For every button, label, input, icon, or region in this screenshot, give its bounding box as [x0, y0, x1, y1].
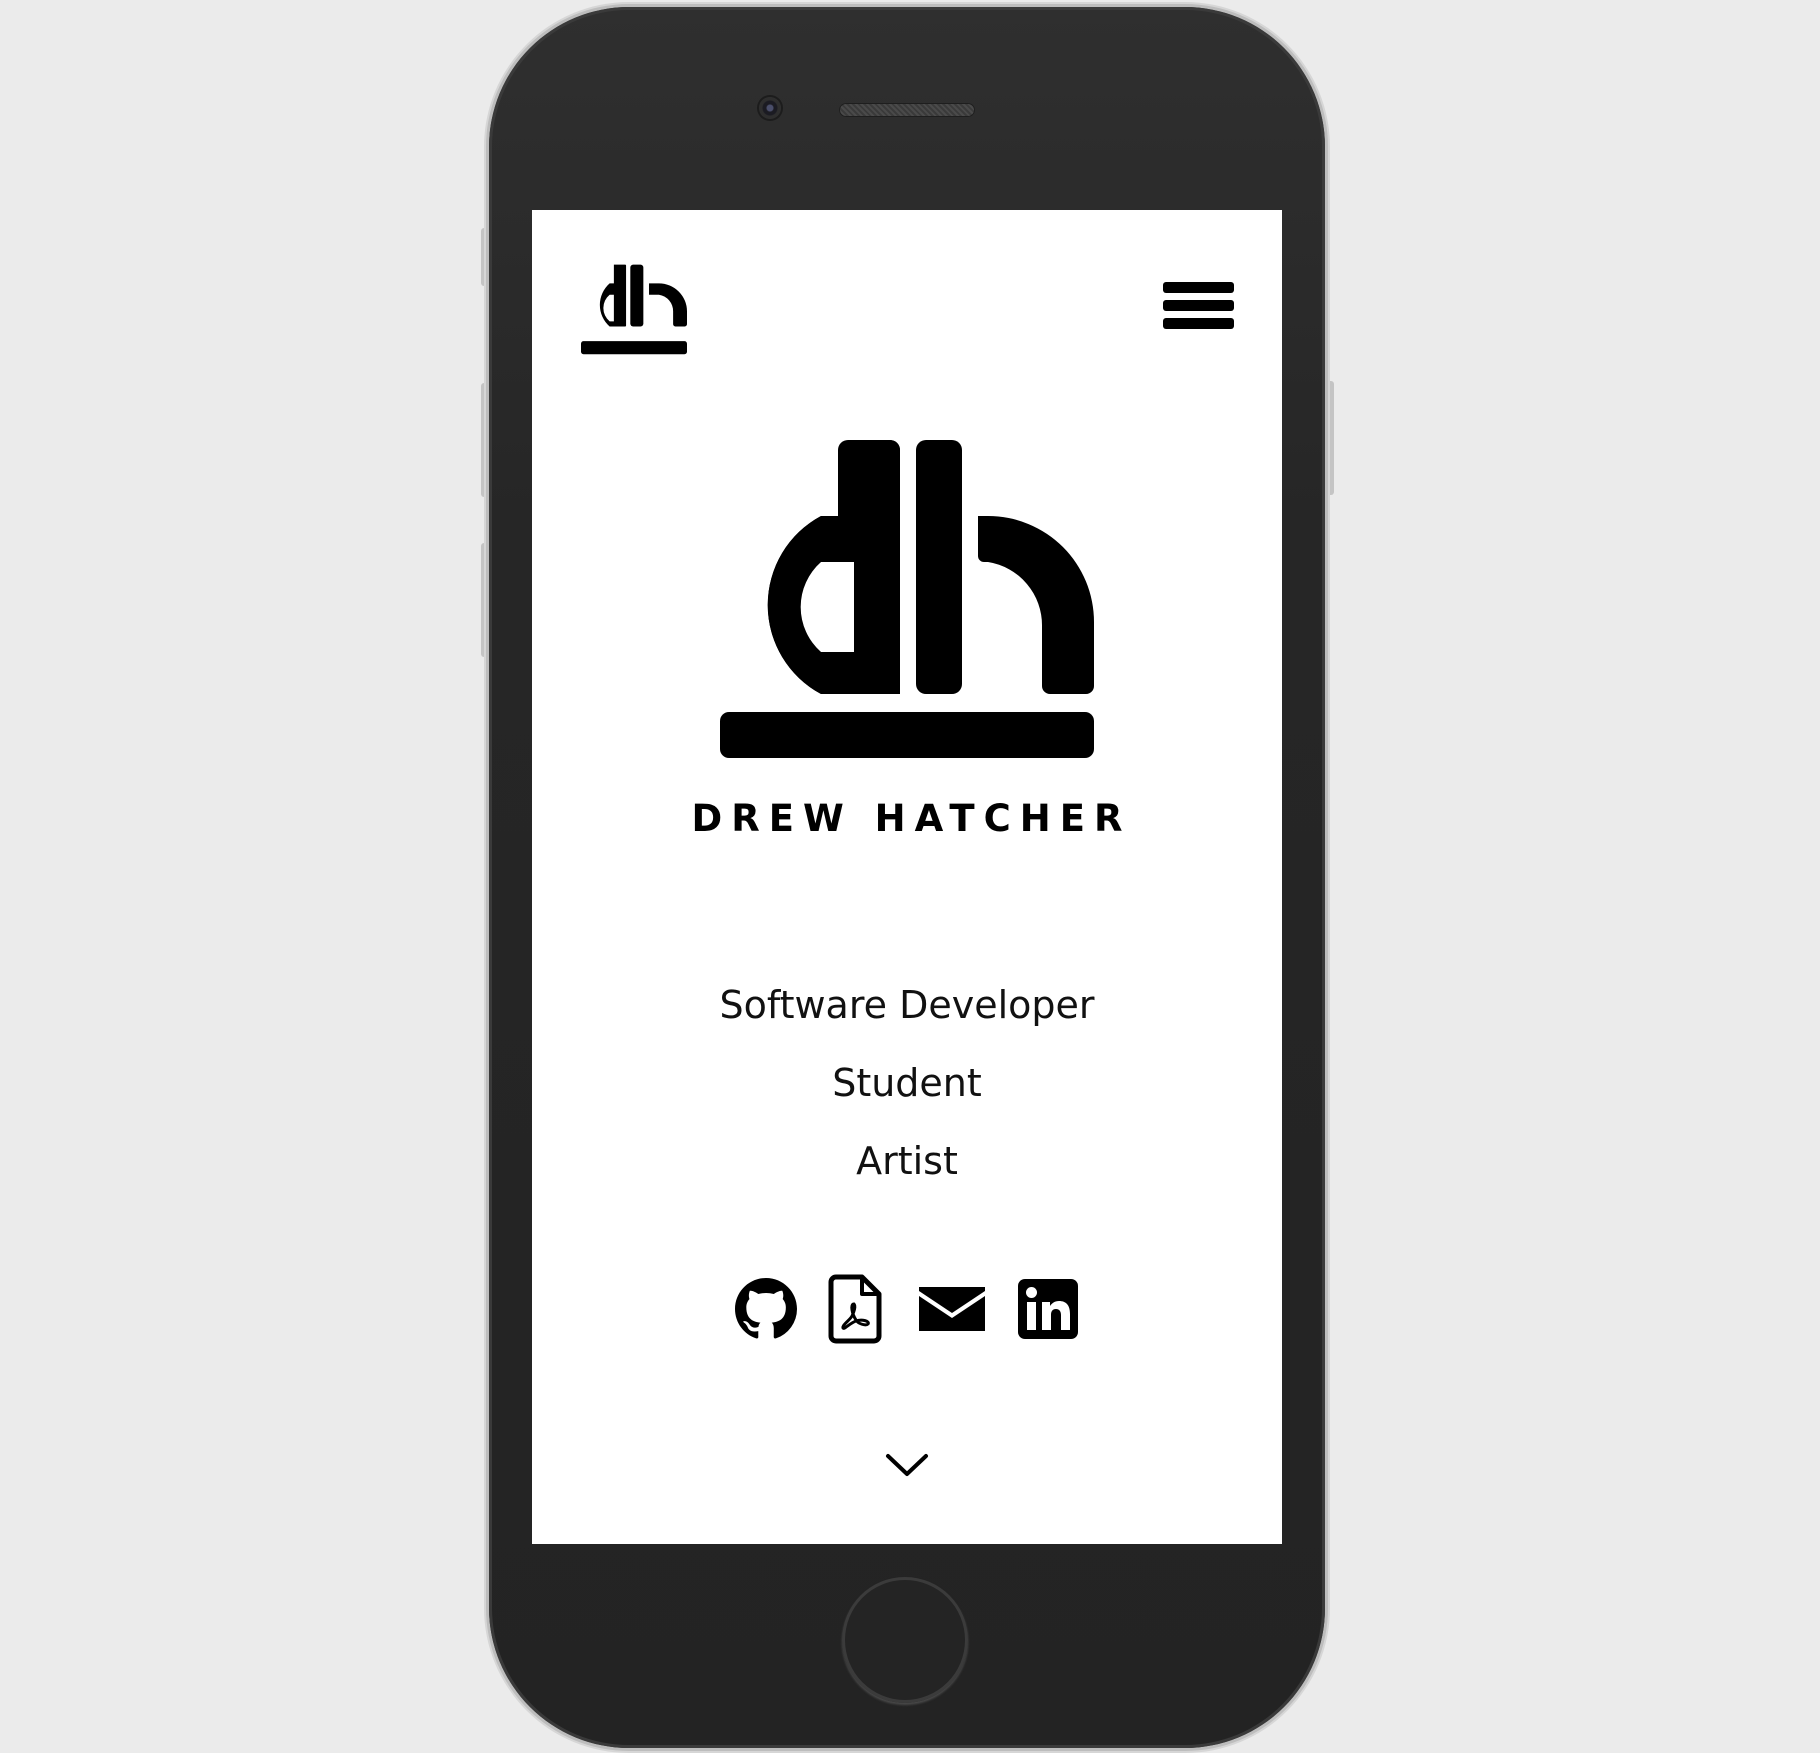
linkedin-icon — [1018, 1279, 1078, 1339]
dh-monogram-icon — [720, 440, 1094, 758]
phone-volume-down-button — [481, 543, 489, 657]
earpiece-speaker — [839, 103, 975, 117]
front-camera — [759, 97, 781, 119]
hero-logo — [720, 440, 1094, 760]
github-icon — [735, 1278, 797, 1339]
social-links — [532, 1272, 1282, 1346]
home-button — [842, 1577, 968, 1703]
phone-power-button — [1326, 381, 1334, 495]
hero-name: DREW HATCHER — [691, 797, 1132, 840]
chevron-down-icon — [886, 1454, 928, 1476]
hamburger-menu-icon — [1163, 282, 1234, 293]
resume-pdf-link[interactable] — [828, 1272, 882, 1346]
scroll-down-button[interactable] — [884, 1450, 930, 1480]
github-link[interactable] — [734, 1272, 798, 1346]
phone-volume-up-button — [481, 383, 489, 497]
hamburger-menu-icon — [1163, 318, 1234, 329]
role-item: Software Developer — [719, 983, 1095, 1027]
roles-list: Software Developer Student Artist — [532, 966, 1282, 1200]
linkedin-link[interactable] — [1018, 1272, 1078, 1346]
role-item: Student — [832, 1061, 982, 1105]
dh-monogram-icon — [581, 264, 687, 355]
phone-screen: DREW HATCHER Software Developer Student … — [532, 210, 1282, 1544]
stage: DREW HATCHER Software Developer Student … — [0, 0, 1820, 1753]
menu-button[interactable] — [1163, 282, 1234, 330]
role-item: Artist — [856, 1139, 958, 1183]
phone-mute-switch — [481, 228, 489, 286]
pdf-resume-icon — [828, 1274, 882, 1344]
email-icon — [919, 1287, 985, 1331]
email-link[interactable] — [919, 1272, 985, 1346]
hamburger-menu-icon — [1163, 300, 1234, 311]
header-logo-link[interactable] — [581, 260, 687, 360]
